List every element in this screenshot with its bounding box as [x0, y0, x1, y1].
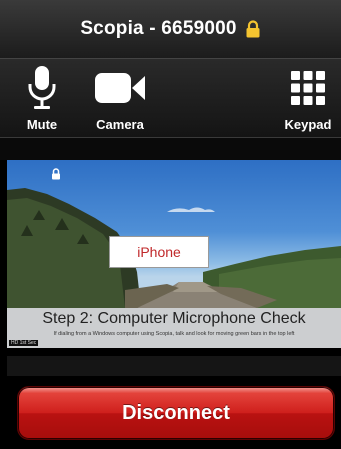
- caption-title: Step 2: Computer Microphone Check: [42, 310, 306, 327]
- title-bar: Scopia - 6659000: [0, 0, 341, 59]
- keypad-button[interactable]: Keypad: [277, 59, 339, 137]
- keypad-label: Keypad: [284, 117, 332, 132]
- call-title: Scopia - 6659000: [80, 18, 237, 39]
- disconnect-button[interactable]: Disconnect: [17, 386, 335, 440]
- video-bottom-strip: [7, 356, 341, 376]
- video-corner-tag: HD 1st Sec: [9, 340, 39, 346]
- keypad-icon: [290, 65, 326, 111]
- video-feed: iPhone Step 2: Computer Microphone Check…: [7, 160, 341, 348]
- video-top-spacer: [0, 138, 341, 160]
- device-label: iPhone: [109, 236, 209, 268]
- camera-button[interactable]: Camera: [86, 59, 154, 137]
- mute-label: Mute: [26, 117, 58, 132]
- lock-icon: [245, 20, 261, 38]
- caption-subtitle: If dialing from a Windows computer using…: [53, 331, 295, 337]
- lock-icon: [51, 168, 61, 180]
- video-camera-icon: [94, 65, 146, 111]
- mute-button[interactable]: Mute: [12, 59, 72, 137]
- call-toolbar: Mute Camera Keypad: [0, 59, 341, 138]
- camera-label: Camera: [96, 117, 144, 132]
- microphone-icon: [27, 65, 57, 111]
